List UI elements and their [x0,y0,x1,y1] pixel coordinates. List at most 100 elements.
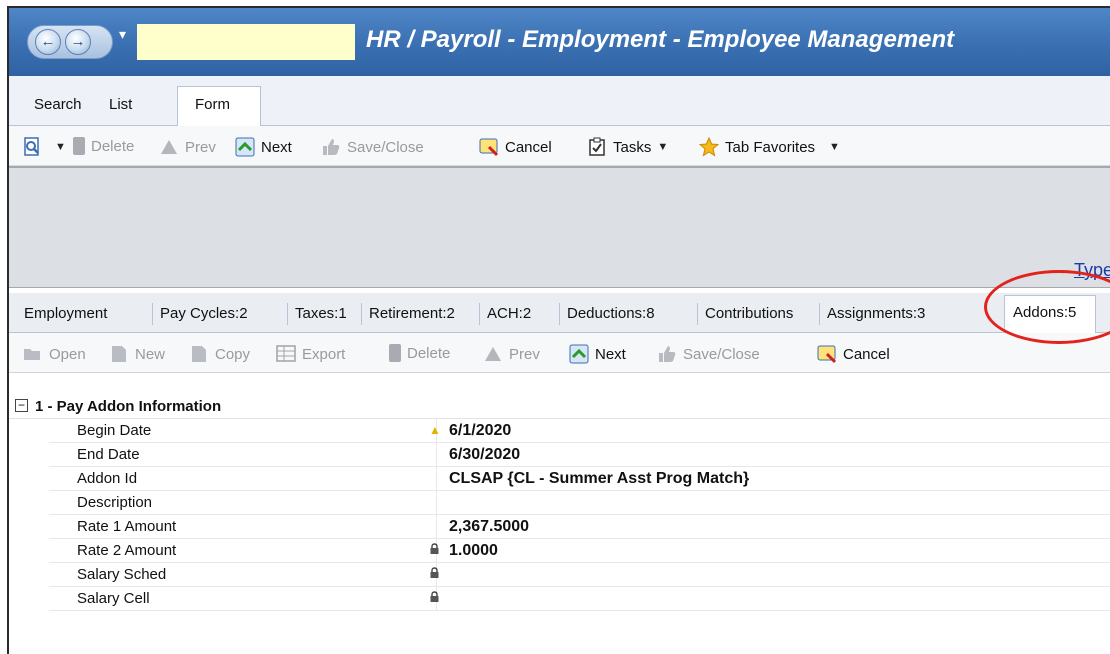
export-label: Export [302,345,346,363]
row-label: Rate 1 Amount [49,515,437,539]
tab-pay-cycles[interactable]: Pay Cycles:2 [152,303,255,325]
prev-button[interactable]: Prev [159,137,216,157]
app-window: ← → ▾ HR / Payroll - Employment - Employ… [7,6,1110,654]
row-value[interactable]: 6/1/2020 [449,422,511,440]
cancel-detail-label: Cancel [843,345,890,363]
cancel-icon [479,138,499,157]
tasks-label: Tasks [613,138,652,156]
grid-row-salary-sched[interactable]: Salary Sched [49,563,1110,587]
window-title: HR / Payroll - Employment - Employee Man… [366,26,955,53]
grid-row-rate-1-amount[interactable]: Rate 1 Amount 2,367.5000 [49,515,1110,539]
chevron-down-icon[interactable]: ▼ [55,141,66,153]
back-arrow-icon[interactable]: ← [35,29,61,55]
tab-taxes[interactable]: Taxes:1 [287,303,354,325]
prev-label: Prev [185,138,216,156]
tab-assignments[interactable]: Assignments:3 [819,303,932,325]
collapse-icon[interactable]: − [15,399,28,412]
detail-tab-bar: Employment Pay Cycles:2 Taxes:1 Retireme… [9,293,1110,334]
delete-detail-button[interactable]: Delete [389,344,450,362]
view-button[interactable]: ▼ [23,137,72,157]
row-label: Rate 2 Amount [49,539,437,563]
row-value[interactable]: 1.0000 [449,542,498,560]
warning-icon: ▲ [429,423,441,437]
save-close-detail-button[interactable]: Save/Close [657,344,760,364]
next-record-icon [569,344,589,364]
type-link[interactable]: Type: 2 [1074,260,1110,281]
tab-deductions[interactable]: Deductions:8 [559,303,662,325]
group-title: 1 - Pay Addon Information [35,398,222,415]
nav-buttons: ← → [27,25,113,59]
cancel-button[interactable]: Cancel [479,137,552,157]
grid-row-description[interactable]: Description [49,491,1110,515]
next-detail-button[interactable]: Next [569,344,626,364]
employee-header-panel: Type: 2 [9,166,1110,288]
row-label: Salary Sched [49,563,437,587]
delete-button[interactable]: Delete [73,137,134,155]
prev-detail-label: Prev [509,345,540,363]
thumbs-up-icon [323,139,340,155]
tab-form[interactable]: Form [177,86,261,127]
cancel-detail-button[interactable]: Cancel [817,344,890,364]
next-button[interactable]: Next [235,137,292,157]
trash-icon [389,344,401,362]
row-value[interactable]: CLSAP {CL - Summer Asst Prog Match} [449,470,749,488]
tab-list[interactable]: List [109,96,132,113]
prev-record-icon [485,347,501,361]
open-folder-icon [24,349,40,360]
cancel-icon [817,345,837,364]
title-bar: ← → ▾ HR / Payroll - Employment - Employ… [9,8,1110,76]
tab-form-label: Form [195,96,230,113]
tab-favorites-label: Tab Favorites [725,138,816,156]
tab-addons[interactable]: Addons:5 [1004,295,1096,334]
tab-ach[interactable]: ACH:2 [479,303,538,325]
thumbs-up-icon [659,346,676,362]
grid-row-rate-2-amount[interactable]: Rate 2 Amount 1.0000 [49,539,1110,563]
grid-gutter [9,419,49,654]
grid-row-addon-id[interactable]: Addon Id CLSAP {CL - Summer Asst Prog Ma… [49,467,1110,491]
save-close-label: Save/Close [347,138,424,156]
cancel-label: Cancel [505,138,552,156]
copy-button[interactable]: Copy [189,344,250,364]
new-button[interactable]: New [109,344,165,364]
prev-record-icon [161,140,177,154]
delete-detail-label: Delete [407,344,451,362]
redacted-field [137,24,355,60]
copy-label: Copy [215,345,251,363]
tab-addons-label: Addons:5 [1013,304,1077,321]
chevron-down-icon[interactable]: ▼ [829,141,840,153]
row-label: Addon Id [49,467,437,491]
tasks-button[interactable]: Tasks ▼ [587,137,674,157]
chevron-down-icon[interactable]: ▼ [657,141,668,153]
nav-history-dropdown-icon[interactable]: ▾ [119,26,126,43]
delete-label: Delete [91,137,135,155]
export-button[interactable]: Export [276,344,345,364]
row-label: Salary Cell [49,587,437,611]
main-toolbar: ▼ Delete Prev Next Save/Close Cancel Tas… [9,126,1110,166]
row-value[interactable]: 6/30/2020 [449,446,520,464]
lock-icon [430,543,439,554]
group-header[interactable]: − 1 - Pay Addon Information [9,395,1110,419]
lock-icon [430,591,439,602]
tab-retirement[interactable]: Retirement:2 [361,303,462,325]
tab-employment[interactable]: Employment [17,303,114,325]
prev-detail-button[interactable]: Prev [483,344,540,364]
detail-toolbar: Open New Copy Export Delete Prev Next Sa… [9,333,1110,373]
star-icon [699,137,719,157]
row-label: End Date [49,443,437,467]
forward-arrow-icon[interactable]: → [65,29,91,55]
row-value[interactable]: 2,367.5000 [449,518,529,536]
lock-icon [430,567,439,578]
tab-favorites-button[interactable]: Tab Favorites ▼ [699,137,846,157]
tab-contributions[interactable]: Contributions [697,303,800,325]
tab-search[interactable]: Search [34,96,82,113]
grid-row-begin-date[interactable]: Begin Date ▲ 6/1/2020 [49,419,1110,443]
row-label: Begin Date [49,419,437,443]
open-button[interactable]: Open [23,344,86,364]
grid-row-salary-cell[interactable]: Salary Cell [49,587,1110,611]
checklist-icon [589,137,605,156]
next-label: Next [261,138,292,156]
save-close-button[interactable]: Save/Close [321,137,424,157]
grid-row-end-date[interactable]: End Date 6/30/2020 [49,443,1110,467]
next-detail-label: Next [595,345,626,363]
save-close-detail-label: Save/Close [683,345,760,363]
